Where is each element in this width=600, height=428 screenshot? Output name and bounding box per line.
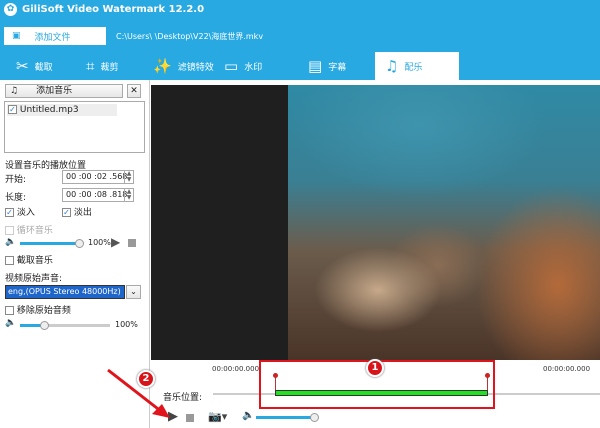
tab-label: 裁剪 — [100, 62, 119, 73]
tab-label: 字幕 — [328, 62, 347, 73]
checkbox-box — [5, 226, 14, 235]
tab-trim[interactable]: ✂ 截取 — [16, 52, 53, 80]
checkbox-box: ✓ — [62, 208, 71, 217]
timeline-end-time: 00:00:00.000 — [543, 365, 591, 373]
fade-in-label: 淡入 — [16, 208, 35, 218]
remove-original-audio-label: 移除原始音频 — [16, 306, 71, 316]
original-volume-value: 100% — [115, 320, 138, 329]
music-volume-value: 100% — [88, 238, 111, 247]
tab-music[interactable]: ♫ 配乐 — [375, 52, 459, 80]
speaker-icon: 🔈 — [5, 318, 17, 328]
music-file-list: ✓ Untitled.mp3 — [4, 101, 145, 153]
checkbox-box: ✓ — [5, 208, 14, 217]
camera-icon[interactable]: 📷▾ — [208, 410, 227, 423]
trim-music-label: 截取音乐 — [16, 256, 53, 266]
file-name: Untitled.mp3 — [19, 105, 79, 115]
music-icon: ♫ — [385, 57, 399, 75]
fade-out-checkbox[interactable]: ✓ 淡出 — [62, 205, 92, 218]
add-file-icon: ▣ — [12, 31, 21, 41]
stop-music-button[interactable] — [128, 239, 136, 247]
fade-out-label: 淡出 — [73, 208, 92, 218]
length-label: 长度: — [5, 193, 27, 203]
file-path: C:\Users\ \Desktop\V22\海底世界.mkv — [116, 32, 264, 41]
player-volume-slider[interactable] — [256, 413, 319, 422]
watermark-icon: ▭ — [224, 57, 239, 75]
file-checkbox[interactable]: ✓ — [8, 105, 17, 114]
video-letterbox — [151, 85, 288, 360]
tab-label: 滤镜特效 — [177, 62, 214, 73]
annotation-badge-1: 1 — [366, 359, 384, 377]
scissors-icon: ✂ — [16, 57, 29, 75]
add-music-label: 添加音乐 — [36, 86, 73, 96]
window-title: GiliSoft Video Watermark 12.2.0 — [22, 4, 205, 15]
video-preview — [288, 85, 600, 360]
annotation-badge-2: 2 — [137, 370, 155, 388]
speaker-icon: 🔈 — [242, 410, 255, 421]
original-volume-slider[interactable] — [20, 321, 110, 330]
crop-icon: ⌗ — [86, 57, 95, 75]
remove-music-button[interactable]: ✕ — [127, 84, 141, 98]
tab-crop[interactable]: ⌗ 裁剪 — [86, 52, 118, 80]
checkbox-box — [5, 306, 14, 315]
tab-label: 截取 — [34, 62, 53, 73]
play-music-button[interactable]: ▶ — [111, 235, 120, 249]
length-spinner[interactable]: ▲ ▼ — [124, 188, 134, 202]
loop-checkbox[interactable]: 循环音乐 — [5, 223, 53, 236]
music-note-icon: ♫ — [10, 86, 19, 96]
tab-watermark[interactable]: ▭ 水印 — [224, 52, 262, 80]
tab-subtitle[interactable]: ▤ 字幕 — [308, 52, 346, 80]
tab-label: 水印 — [244, 62, 263, 73]
fade-in-checkbox[interactable]: ✓ 淡入 — [5, 205, 35, 218]
app-logo-icon: ✿ — [4, 3, 17, 16]
original-audio-heading: 视频原始声音: — [5, 274, 63, 284]
timeline-start-time: 00:00:00.000 — [212, 365, 260, 373]
music-file-item[interactable]: ✓ Untitled.mp3 — [7, 104, 117, 116]
audio-track-select[interactable]: eng,(OPUS Stereo 48000Hz) — [5, 285, 125, 299]
remove-original-audio-checkbox[interactable]: 移除原始音频 — [5, 303, 71, 316]
stop-button[interactable] — [186, 414, 194, 422]
add-music-button[interactable]: ♫ 添加音乐 — [5, 84, 123, 98]
tab-effects[interactable]: ✨ 滤镜特效 — [153, 52, 214, 80]
subtitle-icon: ▤ — [308, 57, 323, 75]
add-file-label: 添加文件 — [34, 32, 71, 43]
chevron-down-icon[interactable]: ⌄ — [126, 285, 141, 299]
trim-music-checkbox[interactable]: 截取音乐 — [5, 253, 53, 266]
tab-label: 配乐 — [404, 62, 423, 73]
speaker-icon: 🔈 — [5, 237, 17, 247]
magic-wand-icon: ✨ — [153, 57, 172, 75]
start-label: 开始: — [5, 175, 27, 185]
music-volume-slider[interactable] — [20, 239, 84, 248]
checkbox-box — [5, 256, 14, 265]
start-time-spinner[interactable]: ▲ ▼ — [124, 170, 134, 184]
add-file-button[interactable]: ▣ 添加文件 — [4, 27, 106, 45]
loop-label: 循环音乐 — [16, 226, 53, 236]
